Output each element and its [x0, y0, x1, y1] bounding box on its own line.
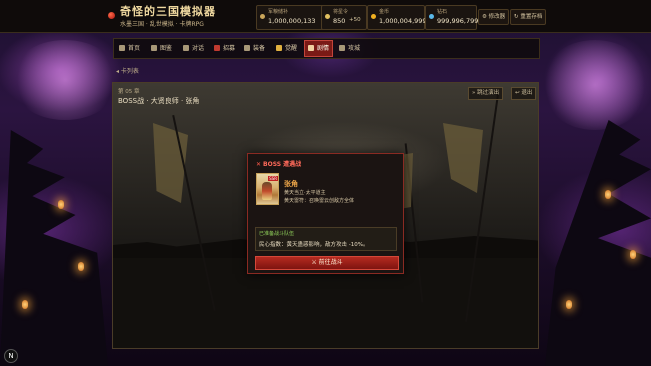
start-battle-button[interactable]: ⚔ 前往战斗: [255, 256, 399, 270]
recruit-icon: [214, 45, 220, 51]
general-card[interactable]: SSR: [256, 173, 279, 205]
stat-diamond: 钻石 999,996,799: [425, 5, 479, 30]
stat-bonus: +50: [349, 17, 361, 23]
cherry-blossom-decoration: [10, 40, 120, 120]
general-portrait: [262, 182, 272, 200]
skip-scene-button[interactable]: » 跳过演出: [468, 87, 504, 100]
chat-icon: [183, 45, 189, 51]
stat-label: 将星令: [333, 9, 349, 15]
dialog-title-text: BOSS 遭遇战: [263, 161, 302, 168]
exit-button[interactable]: ↩ 退出: [511, 87, 537, 100]
tab-label: 首页: [128, 45, 141, 52]
book-icon: [151, 45, 157, 51]
lantern-icon: [566, 300, 572, 309]
cherry-blossom-decoration: [540, 40, 650, 130]
tab-equipment[interactable]: 装备: [244, 39, 265, 58]
breadcrumb[interactable]: ◂ 卡列表: [116, 66, 139, 75]
tab-home[interactable]: 首页: [119, 39, 140, 58]
general-name: 张角: [284, 180, 298, 188]
grain-icon: [260, 14, 265, 19]
stat-value: 1,000,004,999: [379, 17, 427, 25]
corner-badge[interactable]: N: [4, 349, 18, 363]
tab-label: 招募: [223, 45, 236, 52]
stat-label: 军粮储补: [268, 9, 289, 15]
general-title: 黄天当立·太平道主: [284, 190, 326, 196]
pagoda-silhouette: [545, 120, 651, 366]
tab-story[interactable]: 剧情: [304, 40, 334, 57]
dialog-title: ✕ BOSS 遭遇战: [256, 159, 301, 168]
app-subtitle: 水墨三国 · 乱世模拟 · 卡牌RPG: [120, 21, 204, 28]
lantern-icon: [22, 300, 28, 309]
pagoda-silhouette: [0, 130, 108, 366]
modifier-button[interactable]: ⚙ 修改器: [478, 9, 510, 25]
tab-label: 剧情: [317, 45, 330, 52]
main-nav: 首页 图鉴 对话 招募 装备 觉醒 剧情 攻城: [113, 38, 540, 59]
breadcrumb-label: 卡列表: [120, 68, 139, 75]
war-banner: [443, 123, 483, 193]
stat-label: 金币: [379, 9, 390, 15]
tab-label: 图鉴: [160, 45, 173, 52]
boss-encounter-dialog: ✕ BOSS 遭遇战 SSR 张角 黄天当立·太平道主 黄天雷符：召唤雷云创敌方全…: [247, 153, 404, 274]
top-bar: 奇怪的三国模拟器 水墨三国 · 乱世模拟 · 卡牌RPG 军粮储补 1,000,…: [0, 0, 651, 33]
stat-label: 钻石: [437, 9, 448, 15]
lantern-icon: [605, 190, 611, 199]
rarity-badge: SSR: [268, 176, 278, 181]
stat-gold: 金币 1,000,004,999: [367, 5, 427, 30]
reset-save-button[interactable]: ↻ 重置存档: [510, 9, 547, 25]
diamond-icon: [429, 14, 434, 19]
siege-icon: [339, 45, 345, 51]
gold-coin-icon: [371, 14, 376, 19]
tab-label: 攻城: [348, 45, 361, 52]
tab-dialogue[interactable]: 对话: [183, 39, 204, 58]
home-icon: [119, 45, 125, 51]
tab-label: 装备: [253, 45, 266, 52]
stat-value: 850: [333, 17, 346, 25]
equipment-icon: [244, 45, 250, 51]
hint-text: 民心指数：黄天蛊惑影响，敌方攻击 -10%。: [259, 242, 369, 248]
tab-siege[interactable]: 攻城: [339, 39, 360, 58]
logo-icon: [108, 12, 115, 19]
battle-hint-box: 已准备战斗队伍 民心指数：黄天蛊惑影响，敌方攻击 -10%。: [255, 227, 397, 251]
story-icon: [308, 45, 314, 51]
stage-title: BOSS战 · 大贤良师 · 张角: [118, 97, 200, 105]
awaken-icon: [276, 45, 282, 51]
close-icon: ✕: [256, 161, 262, 168]
lantern-icon: [630, 250, 636, 259]
tab-codex[interactable]: 图鉴: [151, 39, 172, 58]
lantern-icon: [58, 200, 64, 209]
tab-label: 对话: [192, 45, 205, 52]
star-icon: [325, 14, 330, 19]
hint-heading: 已准备战斗队伍: [259, 231, 295, 237]
stat-value: 1,000,000,133: [268, 17, 316, 25]
lantern-icon: [78, 262, 84, 271]
tab-recruit[interactable]: 招募: [214, 39, 235, 58]
tab-label: 觉醒: [285, 45, 298, 52]
app-title: 奇怪的三国模拟器: [120, 5, 216, 18]
tab-awaken[interactable]: 觉醒: [276, 39, 297, 58]
stat-general-token: 将星令 850 +50: [321, 5, 367, 30]
stat-value: 999,996,799: [437, 17, 479, 25]
chapter-label: 第 05 章: [118, 89, 140, 95]
general-skill: 黄天雷符：召唤雷云创敌方全体: [284, 198, 355, 204]
